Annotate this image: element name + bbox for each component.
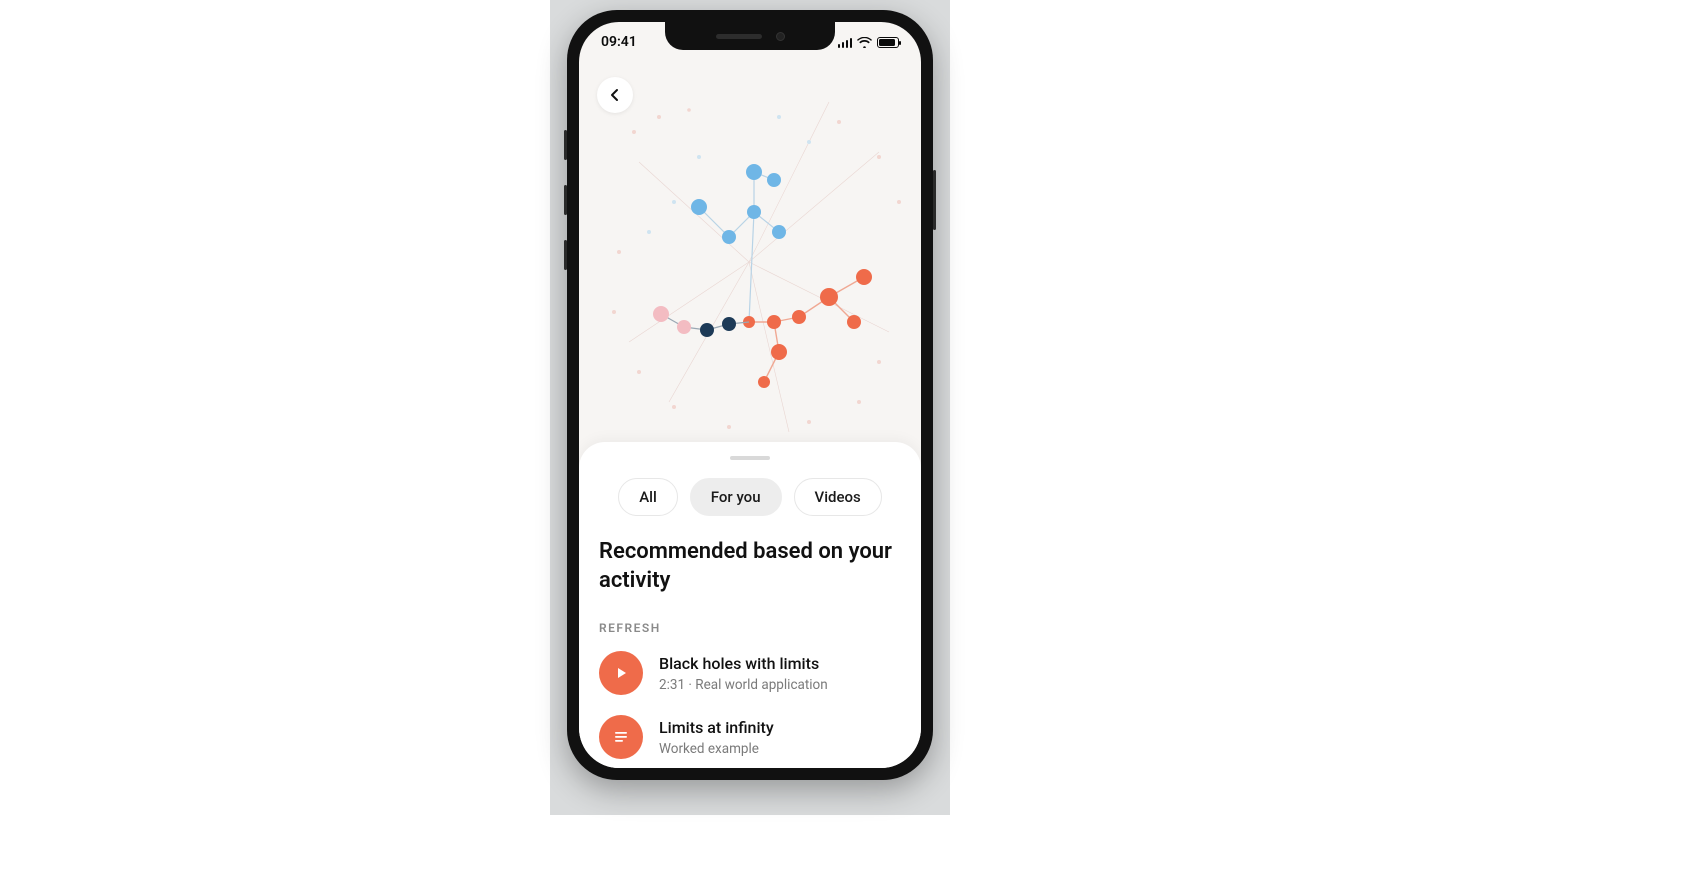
item-subtitle: 2:31 · Real world application bbox=[659, 677, 828, 693]
document-icon bbox=[599, 715, 643, 759]
play-icon bbox=[599, 651, 643, 695]
back-button[interactable] bbox=[597, 77, 633, 113]
drag-handle[interactable] bbox=[730, 456, 770, 460]
list-item[interactable]: Black holes with limits 2:31 · Real worl… bbox=[599, 651, 901, 695]
item-title: Limits at infinity bbox=[659, 718, 774, 739]
item-title: Black holes with limits bbox=[659, 654, 828, 675]
wifi-icon bbox=[857, 37, 872, 48]
device-notch bbox=[665, 22, 835, 50]
cellular-icon bbox=[838, 37, 853, 48]
bottom-sheet: All For you Videos Recommended based on … bbox=[579, 442, 921, 768]
refresh-label[interactable]: REFRESH bbox=[599, 621, 901, 635]
tab-all[interactable]: All bbox=[618, 478, 678, 516]
battery-icon bbox=[877, 37, 899, 48]
phone-frame: 09:41 bbox=[567, 10, 933, 780]
tab-videos[interactable]: Videos bbox=[794, 478, 882, 516]
list-item[interactable]: Limits at infinity Worked example bbox=[599, 715, 901, 759]
chevron-left-icon bbox=[608, 88, 622, 102]
section-title: Recommended based on your activity bbox=[599, 538, 901, 595]
status-time: 09:41 bbox=[601, 34, 637, 50]
phone-screen: 09:41 bbox=[579, 22, 921, 768]
tab-for-you[interactable]: For you bbox=[690, 478, 782, 516]
filter-tabs: All For you Videos bbox=[599, 478, 901, 516]
knowledge-graph[interactable] bbox=[579, 62, 921, 452]
item-subtitle: Worked example bbox=[659, 741, 774, 757]
